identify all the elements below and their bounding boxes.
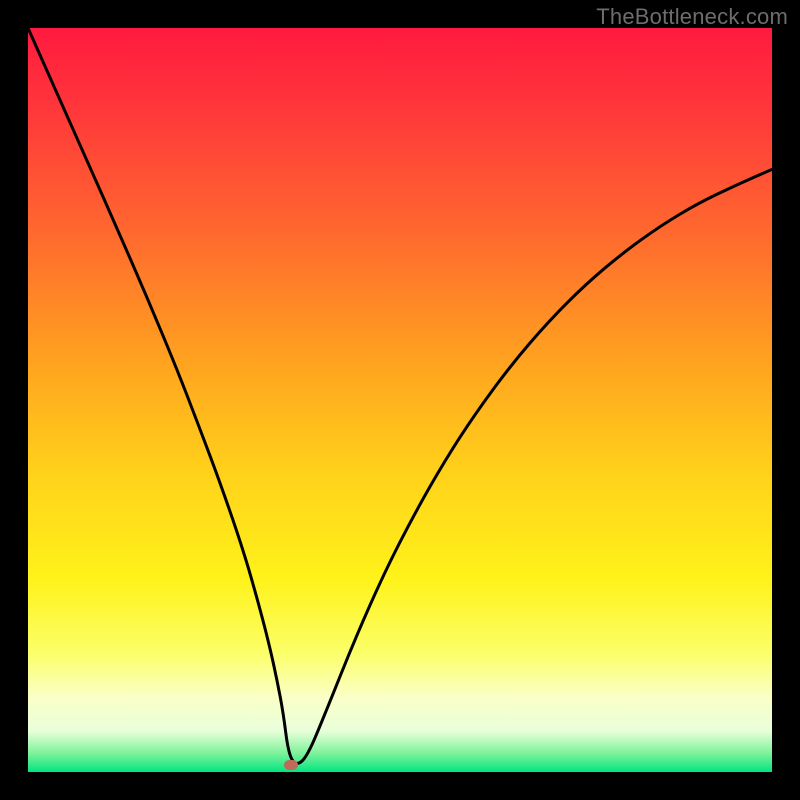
plot-area xyxy=(28,28,772,772)
chart-svg xyxy=(28,28,772,772)
gradient-background xyxy=(28,28,772,772)
watermark-text: TheBottleneck.com xyxy=(596,4,788,30)
chart-frame: TheBottleneck.com xyxy=(0,0,800,800)
optimal-point-marker xyxy=(284,760,298,770)
